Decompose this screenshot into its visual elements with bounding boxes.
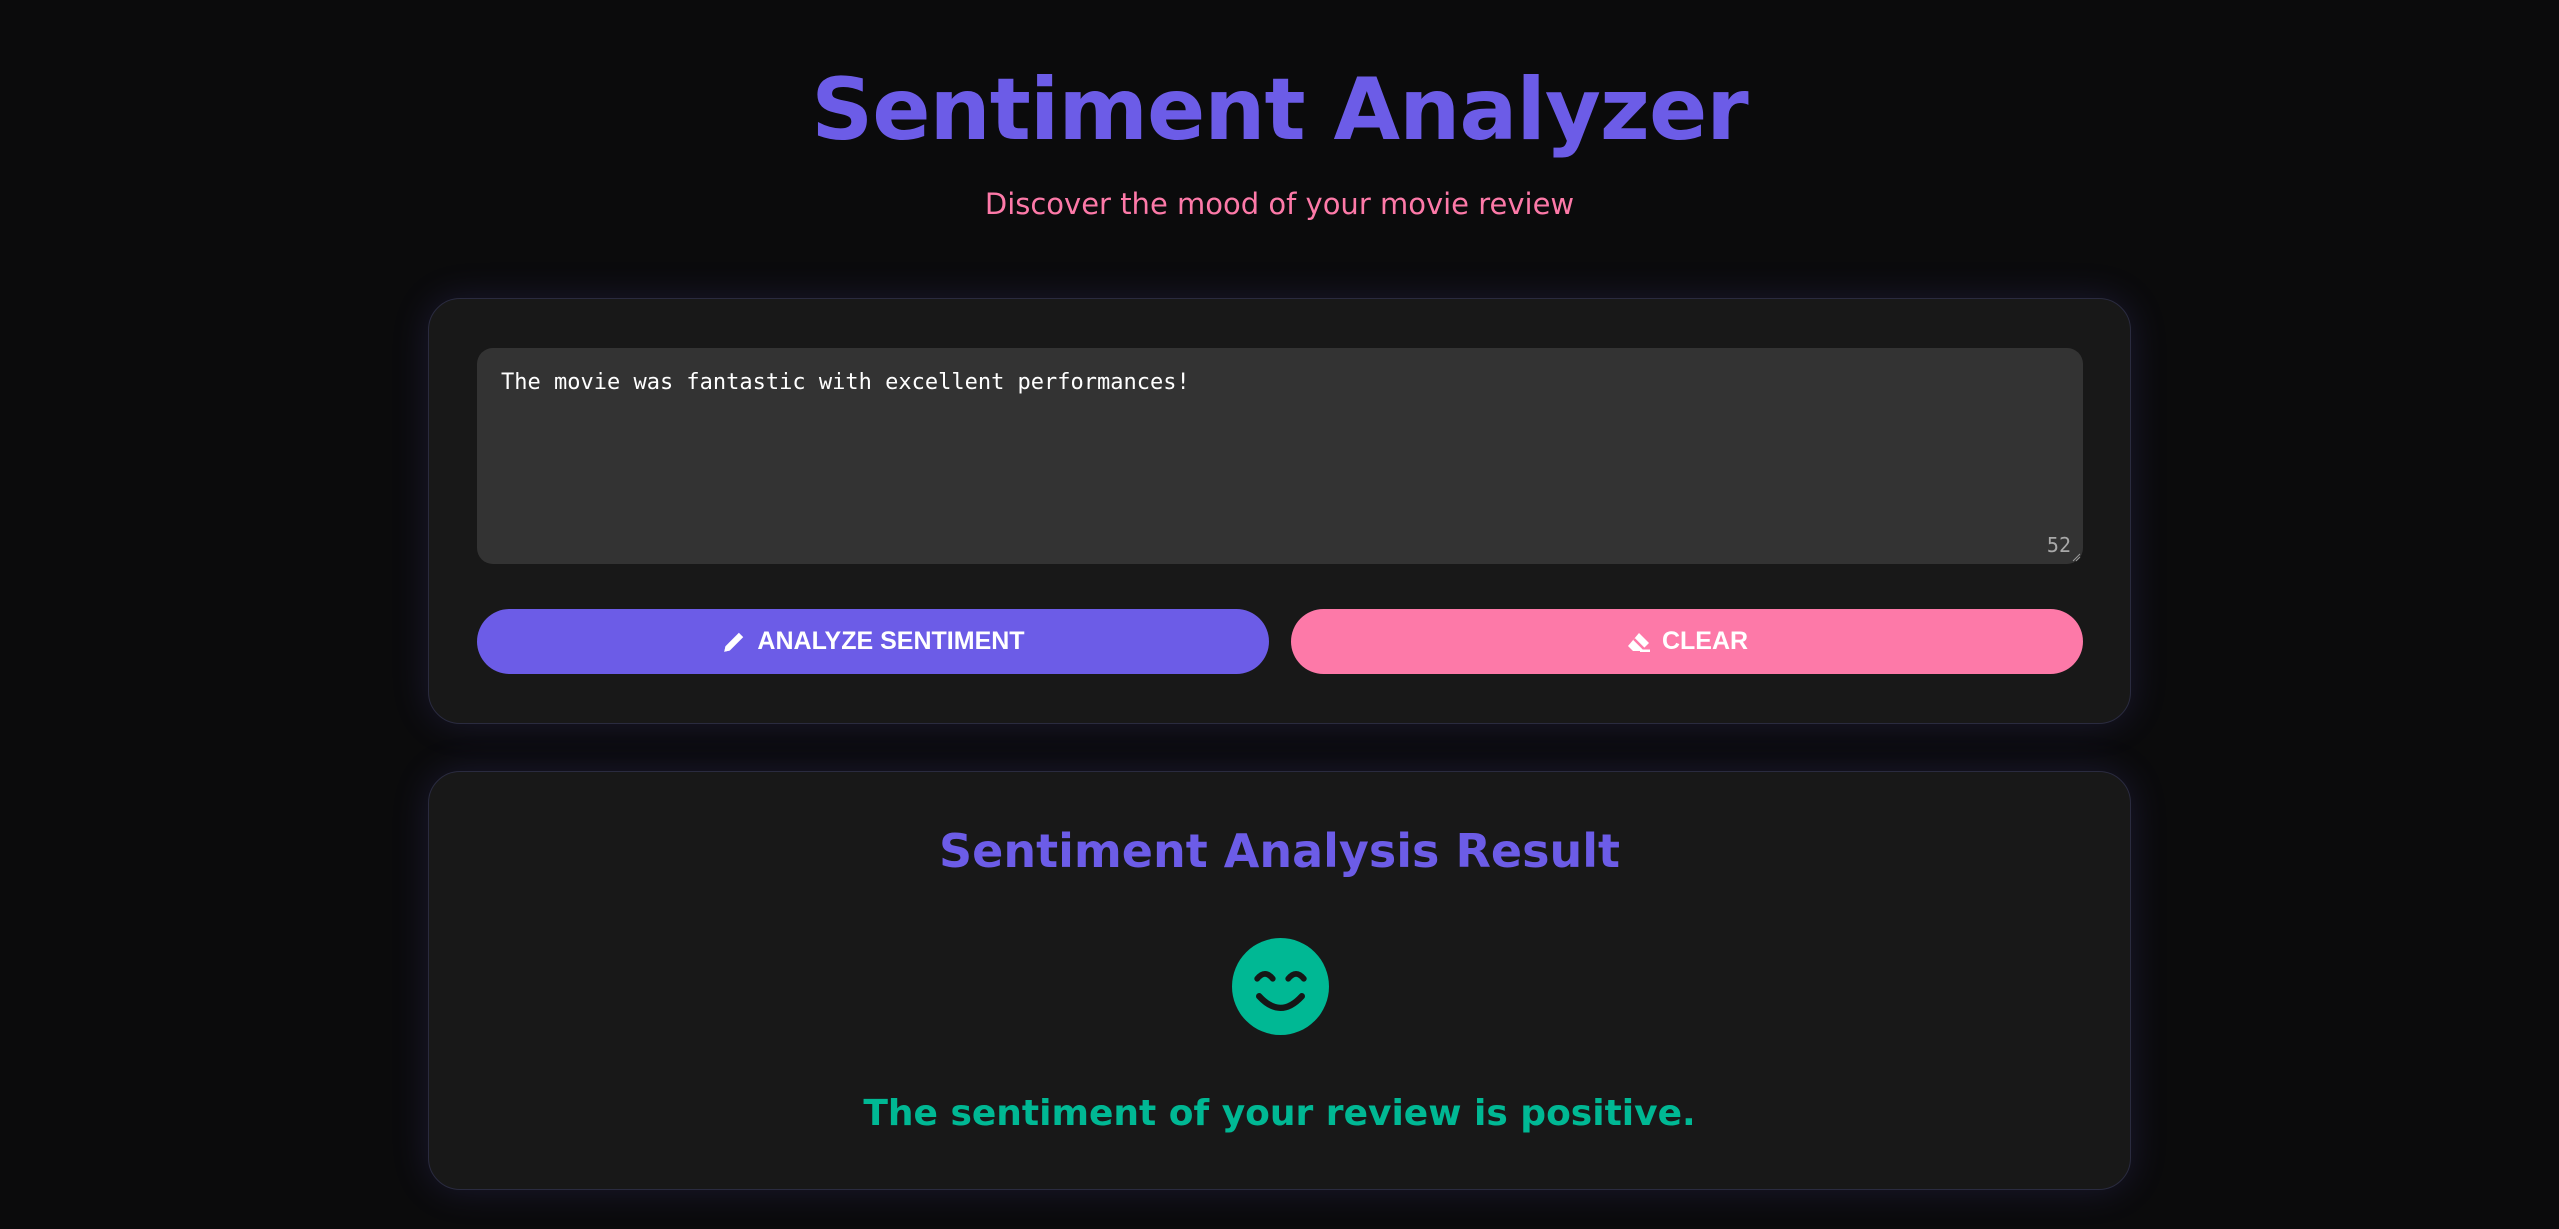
- pencil-icon: [724, 632, 744, 652]
- clear-label: CLEAR: [1661, 627, 1749, 655]
- input-card: The movie was fantastic with excellent p…: [428, 298, 2131, 724]
- analyze-sentiment-label: ANALYZE SENTIMENT: [757, 627, 1025, 655]
- page-subtitle: Discover the mood of your movie review: [984, 187, 1575, 221]
- app-page: Sentiment Analyzer Discover the mood of …: [0, 0, 2559, 1229]
- eraser-icon: [1627, 632, 1650, 652]
- sentiment-result-message: The sentiment of your review is positive…: [863, 1093, 1696, 1134]
- review-text[interactable]: The movie was fantastic with excellent p…: [501, 370, 1190, 395]
- character-count: 52: [2046, 533, 2071, 557]
- clear-button[interactable]: CLEAR: [1291, 609, 2083, 674]
- page-title: Sentiment Analyzer: [811, 60, 1748, 160]
- review-textarea[interactable]: The movie was fantastic with excellent p…: [477, 348, 2083, 564]
- result-card: Sentiment Analysis Result The sentiment …: [428, 771, 2131, 1190]
- resize-handle-icon[interactable]: [2072, 553, 2081, 562]
- result-title: Sentiment Analysis Result: [939, 824, 1620, 878]
- analyze-sentiment-button[interactable]: ANALYZE SENTIMENT: [477, 609, 1269, 674]
- smiling-face-icon: [1232, 938, 1329, 1035]
